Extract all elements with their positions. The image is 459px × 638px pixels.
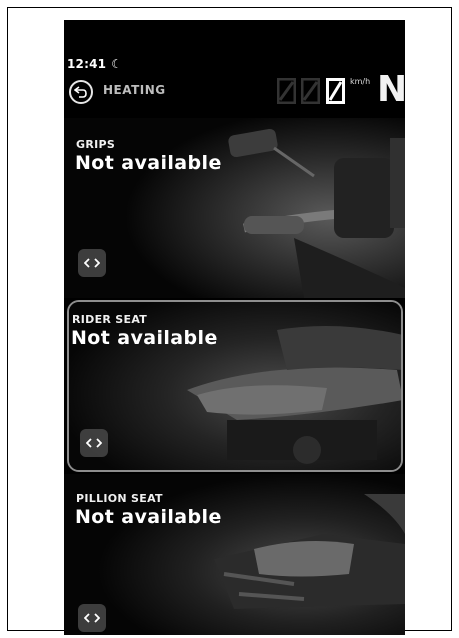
- card-grips[interactable]: GRIPS Not available: [64, 118, 405, 298]
- card-pillion-seat[interactable]: PILLION SEAT Not available: [64, 474, 405, 635]
- screen-title: HEATING: [103, 83, 166, 97]
- card-rider-seat[interactable]: RIDER SEAT Not available: [67, 300, 403, 472]
- speed-digit-placeholder: [277, 78, 296, 104]
- card-value: Not available: [71, 327, 218, 349]
- status-time: 12:41 ☾: [67, 57, 123, 71]
- moon-icon: ☾: [111, 57, 123, 71]
- left-right-arrows-icon[interactable]: [80, 429, 108, 457]
- back-button[interactable]: [69, 80, 93, 104]
- card-label: PILLION SEAT: [76, 492, 163, 505]
- speed-digit: [326, 78, 345, 104]
- speed-digit-placeholder: [301, 78, 320, 104]
- left-right-arrows-icon[interactable]: [78, 604, 106, 632]
- dashboard-screen: GRIPS Not available RIDER SEAT Not avail…: [64, 20, 405, 635]
- card-label: GRIPS: [76, 138, 116, 151]
- grips-image: [64, 118, 405, 298]
- left-right-arrows-icon[interactable]: [78, 249, 106, 277]
- card-value: Not available: [75, 506, 222, 528]
- card-value: Not available: [75, 152, 222, 174]
- back-arrow-icon: [74, 86, 87, 98]
- gear-indicator: N: [377, 69, 405, 110]
- card-label: RIDER SEAT: [72, 313, 148, 326]
- speed-unit: km/h: [350, 77, 371, 86]
